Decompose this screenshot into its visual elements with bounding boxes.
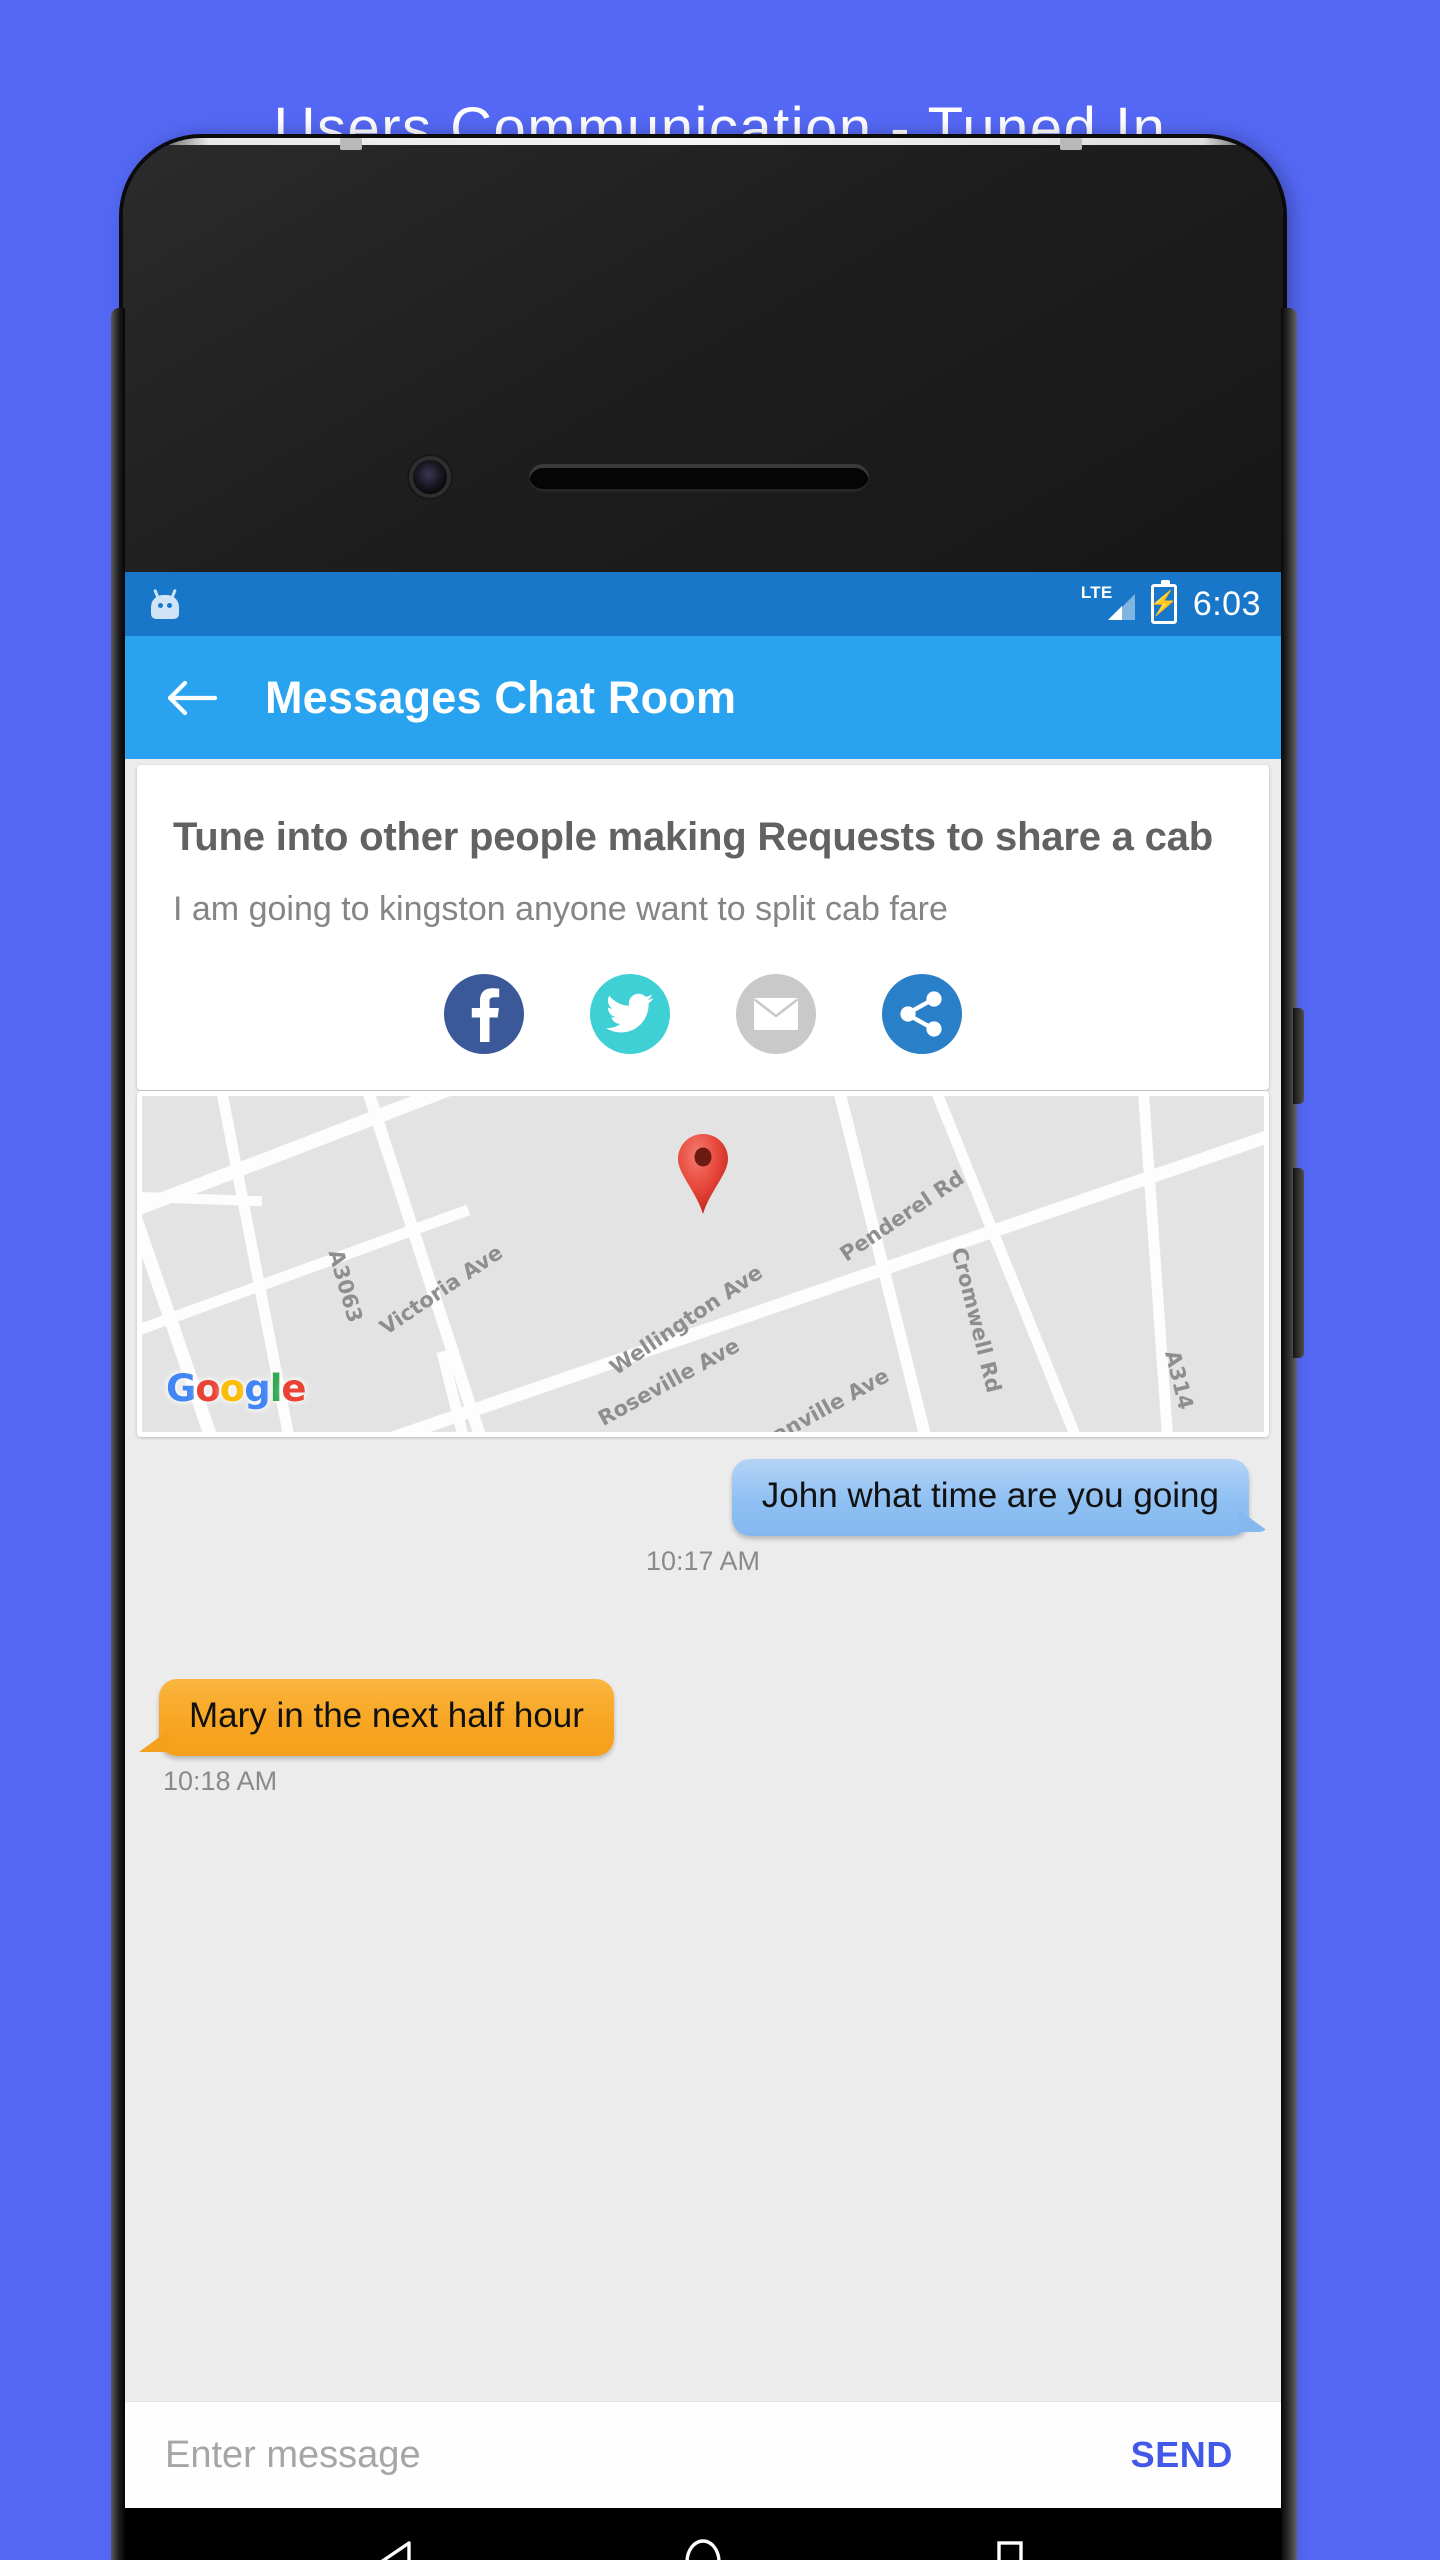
phone-right-edge xyxy=(1281,308,1297,2560)
message-bubble-outgoing[interactable]: John what time are you going xyxy=(731,1459,1270,1536)
message-timestamp: 10:17 AM xyxy=(645,1546,761,1576)
location-map-card[interactable]: A3063 Victoria Ave Wellington Ave Pender… xyxy=(137,1091,1269,1437)
message-timestamp: 10:18 AM xyxy=(163,1766,278,1796)
google-logo: Google xyxy=(166,1367,307,1410)
earpiece-speaker xyxy=(529,464,869,492)
status-bar: LTE ⚡ 6:03 xyxy=(123,572,1283,636)
map-pin-icon xyxy=(675,1132,731,1216)
message-composer: SEND xyxy=(123,2401,1283,2508)
social-share-row xyxy=(173,974,1233,1060)
android-nav-bar xyxy=(123,2508,1283,2560)
nav-back-triangle-icon[interactable] xyxy=(336,2522,456,2560)
request-title: Tune into other people making Requests t… xyxy=(173,815,1213,859)
message-input[interactable] xyxy=(165,2433,1115,2477)
message-outgoing-row: John what time are you going xyxy=(123,1459,1283,1536)
android-head-icon xyxy=(151,588,179,619)
chat-scroll-area[interactable]: Tune into other people making Requests t… xyxy=(123,759,1283,2401)
facebook-icon[interactable] xyxy=(444,974,524,1055)
request-description: I am going to kingston anyone want to sp… xyxy=(173,889,948,928)
map-label: A3063 xyxy=(323,1246,368,1326)
volume-button[interactable] xyxy=(1293,1168,1304,1358)
share-icon[interactable] xyxy=(882,974,962,1055)
message-bubble-incoming[interactable]: Mary in the next half hour xyxy=(139,1679,614,1756)
app-bar-title: Messages Chat Room xyxy=(265,671,737,723)
phone-top-edge xyxy=(141,138,1271,145)
phone-mockup: LTE ⚡ 6:03 Messages Chat Room Tune into … xyxy=(111,138,1323,2560)
status-bar-right: LTE ⚡ 6:03 xyxy=(1080,580,1261,624)
map-label: Granville Ave xyxy=(744,1363,893,1432)
request-info-card: Tune into other people making Requests t… xyxy=(137,765,1269,1091)
phone-top-nub-left xyxy=(340,138,362,150)
nav-home-circle-icon[interactable] xyxy=(643,2522,763,2560)
nav-recents-square-icon[interactable] xyxy=(950,2522,1070,2560)
poster-root: Users Communication - Tuned In LTE ⚡ 6:0… xyxy=(0,0,1440,2560)
phone-screen: LTE ⚡ 6:03 Messages Chat Room Tune into … xyxy=(123,572,1283,2560)
battery-charging-icon: ⚡ xyxy=(1149,580,1179,624)
phone-left-edge xyxy=(111,308,125,2560)
phone-top-nub-right xyxy=(1060,138,1082,150)
map-label: Cromwell Rd xyxy=(946,1244,1006,1396)
front-camera-icon xyxy=(413,460,447,494)
lte-signal-icon: LTE xyxy=(1080,583,1135,624)
status-clock: 6:03 xyxy=(1192,584,1261,623)
message-incoming-row: Mary in the next half hour xyxy=(123,1679,1283,1756)
phone-body: LTE ⚡ 6:03 Messages Chat Room Tune into … xyxy=(123,138,1283,2560)
map-canvas[interactable]: A3063 Victoria Ave Wellington Ave Pender… xyxy=(142,1096,1264,1432)
app-bar: Messages Chat Room xyxy=(123,636,1283,759)
power-button[interactable] xyxy=(1293,1008,1304,1104)
lte-label: LTE xyxy=(1080,583,1113,602)
twitter-icon[interactable] xyxy=(590,974,670,1055)
send-button[interactable]: SEND xyxy=(1115,2424,1249,2486)
email-icon[interactable] xyxy=(736,974,816,1055)
arrow-back-icon[interactable] xyxy=(161,667,223,729)
